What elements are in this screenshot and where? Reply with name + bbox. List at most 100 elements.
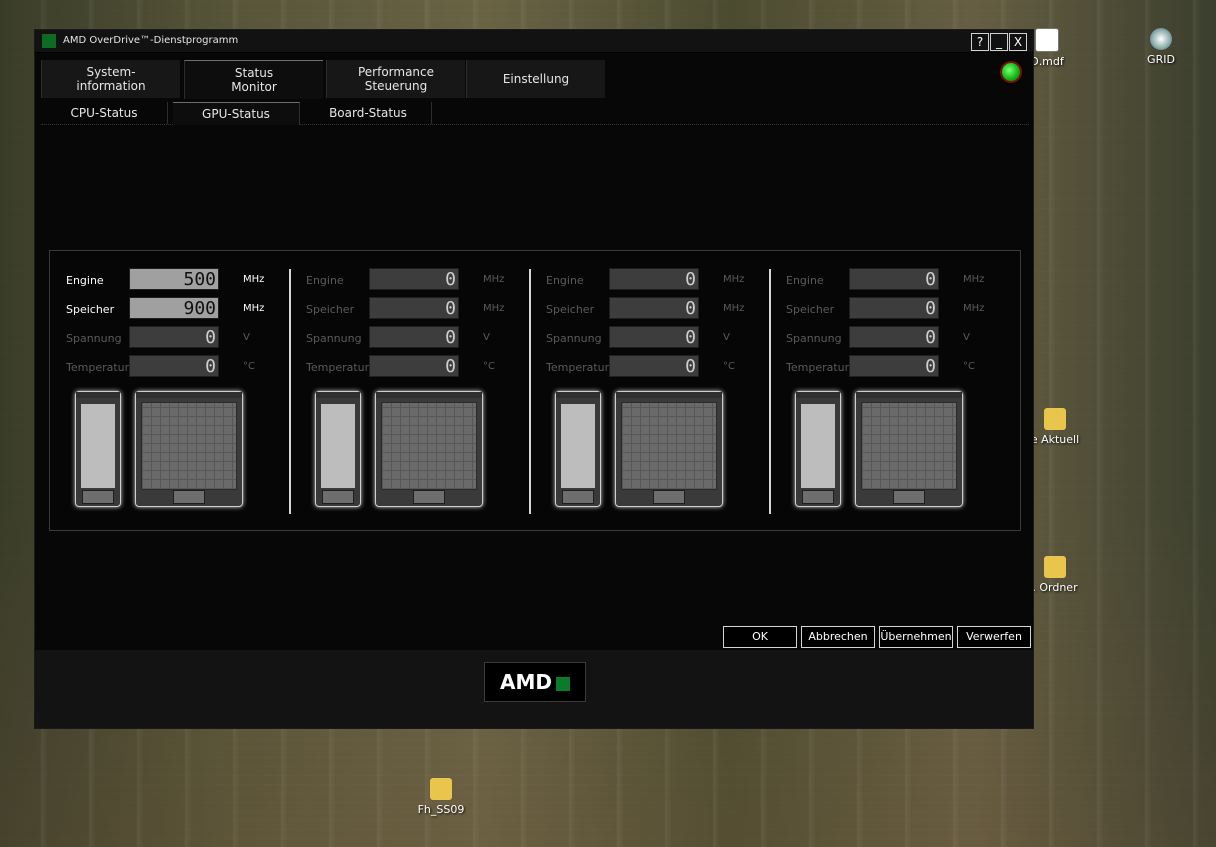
engine-digit: 0 [685,269,696,290]
desktop-icon-label: . Ordner [1032,581,1078,594]
gpu-3: Engine 0 MHz Speicher 0 MHz Spannung 0 V… [530,251,770,530]
engine-value: 0 [849,268,939,290]
temperatur-label: Temperatur [546,361,610,374]
temperatur-label: Temperatur [786,361,850,374]
engine-unit: MHz [483,274,505,285]
speicher-label: Speicher [546,303,595,316]
speicher-label: Speicher [786,303,835,316]
amd-arrow-icon [555,676,570,691]
amd-overdrive-window: AMD OverDrive™-Dienstprogramm ? _ X Syst… [35,30,1033,728]
temperatur-digit: 0 [445,356,456,377]
tab-status-monitor[interactable]: Status Monitor [184,60,323,99]
folder-icon [1044,556,1066,578]
close-button[interactable]: X [1009,33,1027,51]
folder-aktuell[interactable]: e Aktuell [1030,408,1080,446]
vertical-gauge [315,391,361,507]
engine-unit: MHz [963,274,985,285]
temperatur-digit: 0 [205,356,216,377]
folder-icon [430,778,452,800]
apply-button[interactable]: Übernehmen [879,626,953,648]
speicher-unit: MHz [963,303,985,314]
temperatur-unit: °C [723,361,735,372]
temperatur-digit: 0 [685,356,696,377]
titlebar[interactable]: AMD OverDrive™-Dienstprogramm ? _ X [35,30,1033,53]
speicher-unit: MHz [483,303,505,314]
speicher-digit: 0 [925,298,936,319]
engine-digit: 0 [925,269,936,290]
grid-icon [1150,28,1172,50]
tab-label: Status Monitor [231,66,277,94]
spannung-label: Spannung [66,332,122,345]
spannung-value: 0 [609,326,699,348]
help-button[interactable]: ? [971,33,989,51]
speicher-digit: 0 [685,298,696,319]
tab-label: System- information [76,65,146,93]
engine-label: Engine [546,274,584,287]
tab-einstellung[interactable]: Einstellung [466,60,605,98]
spannung-unit: V [483,332,490,343]
temperatur-unit: °C [963,361,975,372]
spannung-value: 0 [849,326,939,348]
ok-button[interactable]: OK [723,626,797,648]
desktop-icon-label: GRID [1147,53,1175,66]
speicher-label: Speicher [306,303,355,316]
folder-icon [1044,408,1066,430]
temperatur-unit: °C [243,361,255,372]
amd-logo-icon [42,34,56,48]
subtab-cpu-status[interactable]: CPU-Status [41,102,168,124]
grid-gauge [135,391,243,507]
temperatur-value: 0 [609,355,699,377]
spannung-unit: V [963,332,970,343]
subtab-label: Board-Status [329,106,407,120]
speicher-unit: MHz [243,303,265,314]
folder-ordner[interactable]: . Ordner [1030,556,1080,594]
spannung-digit: 0 [205,327,216,348]
cancel-button[interactable]: Abbrechen [801,626,875,648]
speicher-value: 0 [609,297,699,319]
speicher-unit: MHz [723,303,745,314]
engine-unit: MHz [723,274,745,285]
spannung-unit: V [723,332,730,343]
spannung-label: Spannung [306,332,362,345]
tab-system-information[interactable]: System- information [41,60,180,98]
engine-label: Engine [786,274,824,287]
desktop-icon-label: e Aktuell [1030,433,1080,446]
spannung-value: 0 [369,326,459,348]
vertical-gauge [75,391,121,507]
spannung-unit: V [243,332,250,343]
engine-value: 500 [129,268,219,290]
subtab-label: CPU-Status [70,106,138,120]
spannung-digit: 0 [445,327,456,348]
spannung-label: Spannung [546,332,602,345]
spannung-label: Spannung [786,332,842,345]
grid-gauge [615,391,723,507]
tab-performance-steuerung[interactable]: Performance Steuerung [326,60,465,98]
vertical-gauge [795,391,841,507]
gpu-2: Engine 0 MHz Speicher 0 MHz Spannung 0 V… [290,251,530,530]
grid-gauge [855,391,963,507]
temperatur-value: 0 [369,355,459,377]
temperatur-value: 0 [129,355,219,377]
fh-ss09[interactable]: Fh_SS09 [416,778,466,816]
temperatur-value: 0 [849,355,939,377]
gpu-1: Engine 500 MHz Speicher 900 MHz Spannung… [50,251,290,530]
gpu-status-panel: Engine 500 MHz Speicher 900 MHz Spannung… [49,250,1021,531]
minimize-button[interactable]: _ [990,33,1008,51]
temperatur-label: Temperatur [66,361,130,374]
tab-label: Performance Steuerung [357,65,435,93]
file-icon [1035,28,1059,52]
subtab-gpu-status[interactable]: GPU-Status [173,102,300,125]
engine-label: Engine [66,274,104,287]
grid-shortcut[interactable]: GRID [1146,28,1176,66]
amd-logo-text: AMD [500,670,552,694]
subtab-board-status[interactable]: Board-Status [305,102,432,124]
discard-button[interactable]: Verwerfen [957,626,1031,648]
footer: AMD [35,650,1033,728]
spannung-value: 0 [129,326,219,348]
tab-label: Einstellung [502,72,570,86]
speicher-value: 0 [369,297,459,319]
speicher-label: Speicher [66,303,115,316]
window-title: AMD OverDrive™-Dienstprogramm [63,35,239,46]
vertical-gauge [555,391,601,507]
spannung-digit: 0 [685,327,696,348]
